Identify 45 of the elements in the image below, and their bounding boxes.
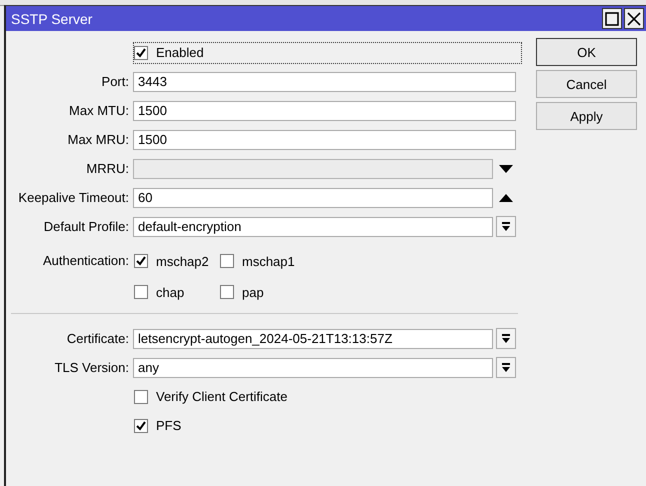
input-field[interactable]: 60 — [133, 188, 493, 208]
checkbox-label: pap — [242, 284, 264, 300]
dropdown-icon — [501, 222, 511, 232]
select-field[interactable]: default-encryption — [133, 216, 493, 236]
checkbox-label: mschap1 — [242, 254, 295, 268]
field-label: Certificate: — [66, 331, 129, 346]
checkbox[interactable] — [134, 418, 148, 432]
checkbox-label: Enabled — [156, 45, 204, 60]
dropdown-button[interactable] — [496, 216, 516, 237]
select-field[interactable]: letsencrypt-autogen_2024-05-21T13:13:57Z — [133, 328, 493, 348]
dialog-button[interactable]: Apply — [536, 102, 637, 130]
checkbox-row[interactable]: Enabled — [133, 42, 522, 64]
field-label: Authentication: — [42, 252, 129, 270]
checkbox-row[interactable]: Verify Client Certificate — [133, 386, 516, 408]
checkbox-label: chap — [156, 284, 184, 300]
checkbox[interactable] — [134, 46, 148, 60]
field-label: Max MTU: — [68, 103, 129, 118]
input-field[interactable]: 1500 — [133, 130, 516, 150]
dropdown-button[interactable] — [496, 328, 516, 349]
window-title: SSTP Server — [11, 10, 94, 26]
checkbox-label: mschap2 — [156, 254, 209, 268]
input-field[interactable]: 3443 — [133, 72, 516, 92]
checkbox[interactable] — [134, 390, 148, 404]
checkbox[interactable] — [220, 254, 234, 268]
field-label: TLS Version: — [54, 360, 129, 375]
dialog-button[interactable]: Cancel — [536, 70, 637, 98]
dropdown-icon — [501, 334, 511, 344]
checkbox-label: Verify Client Certificate — [156, 389, 288, 404]
select-field[interactable]: any — [133, 358, 493, 378]
field-label: Max MRU: — [66, 132, 129, 147]
field-label: MRRU: — [85, 161, 129, 176]
dialog-button[interactable]: OK — [536, 38, 637, 66]
checkbox-label: PFS — [156, 418, 182, 433]
dropdown-icon — [501, 362, 511, 372]
checkbox[interactable] — [220, 285, 234, 299]
close-button[interactable] — [624, 8, 644, 29]
checkbox[interactable] — [134, 254, 148, 268]
field-label: Port: — [100, 74, 129, 89]
field-label: Keepalive Timeout: — [17, 190, 129, 205]
maximize-button[interactable] — [602, 8, 622, 29]
dropdown-button[interactable] — [496, 357, 516, 378]
input-field[interactable]: 1500 — [133, 100, 516, 120]
field-label: Default Profile: — [42, 219, 129, 234]
checkbox-row[interactable]: PFS — [133, 414, 516, 436]
checkbox[interactable] — [134, 285, 148, 299]
